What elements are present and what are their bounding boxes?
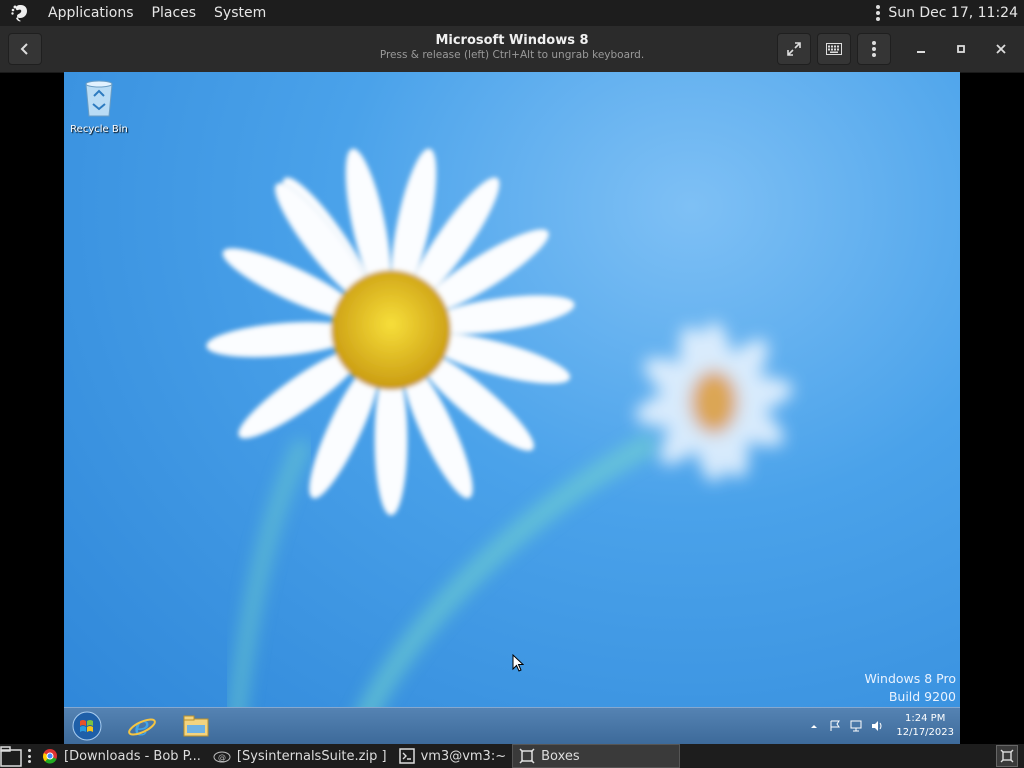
daisy-wallpaper (206, 148, 793, 744)
window-item-sysinternals[interactable]: @ [SysinternalsSuite.zip ] (207, 745, 393, 767)
window-item-label: [Downloads - Bob P... (64, 748, 201, 764)
build-text: Build 9200 (888, 689, 956, 704)
recycle-bin-label: Recycle Bin (70, 124, 128, 135)
panel-menu-icon[interactable] (876, 5, 881, 21)
chrome-icon (43, 749, 57, 764)
svg-text:@: @ (218, 753, 226, 762)
window-item-label: Boxes (541, 748, 580, 764)
applications-menu[interactable]: Applications (48, 5, 134, 21)
system-menu[interactable]: System (214, 5, 266, 21)
kebab-menu-icon (872, 41, 876, 57)
window-item-boxes[interactable]: Boxes (512, 744, 681, 768)
archive-icon: @ (213, 751, 231, 763)
network-icon[interactable] (850, 720, 862, 732)
window-item-terminal[interactable]: vm3@vm3:~ (393, 745, 513, 767)
window-list-handle-icon[interactable] (28, 749, 32, 763)
minimize-icon (917, 51, 925, 53)
maximize-button[interactable] (950, 38, 972, 60)
panel-clock[interactable]: Sun Dec 17, 11:24 (888, 5, 1018, 21)
volume-icon[interactable] (871, 720, 883, 732)
menu-button[interactable] (857, 33, 891, 65)
taskbar-time: 1:24 PM (905, 713, 946, 724)
workspace-switcher[interactable] (996, 745, 1018, 767)
taskbar-clock[interactable]: 1:24 PM 12/17/2023 (896, 712, 954, 740)
show-hidden-icons-icon[interactable] (808, 720, 820, 732)
minimize-button[interactable] (910, 38, 932, 60)
window-item-label: [SysinternalsSuite.zip ] (236, 748, 387, 764)
mouse-cursor-icon (512, 654, 524, 672)
start-orb-icon[interactable] (72, 711, 102, 741)
action-center-flag-icon[interactable] (829, 720, 841, 732)
vm-display[interactable]: Recycle Bin Windows 8 Pro Build 9200 e 1… (64, 72, 960, 744)
places-menu[interactable]: Places (152, 5, 197, 21)
windows-watermark: Windows 8 Pro Build 9200 (864, 670, 956, 706)
windows-taskbar: e 1:24 PM 12/17/2023 (64, 707, 960, 744)
boxes-icon (519, 748, 535, 764)
show-desktop-icon[interactable] (0, 745, 24, 767)
taskbar-date: 12/17/2023 (896, 727, 954, 738)
keyboard-button[interactable] (817, 33, 851, 65)
close-button[interactable] (990, 38, 1012, 60)
gnome-foot-icon[interactable] (10, 3, 30, 23)
bottom-window-list: [Downloads - Bob P... @ [SysinternalsSui… (0, 744, 1024, 768)
close-icon (996, 44, 1006, 54)
terminal-icon (398, 748, 415, 764)
fullscreen-icon (787, 42, 801, 56)
keyboard-icon (826, 43, 842, 55)
window-item-label: vm3@vm3:~ (420, 748, 507, 764)
recycle-bin-icon (85, 80, 113, 117)
boxes-header-bar: Microsoft Windows 8 Press & release (lef… (0, 26, 1024, 73)
maximize-icon (957, 45, 965, 53)
fullscreen-button[interactable] (777, 33, 811, 65)
desktop-icon-recycle-bin[interactable]: Recycle Bin (70, 78, 128, 135)
edition-text: Windows 8 Pro (864, 671, 956, 686)
window-item-downloads[interactable]: [Downloads - Bob P... (36, 745, 207, 767)
svg-text:e: e (134, 712, 149, 741)
workspace-icon (1000, 749, 1014, 763)
file-explorer-icon[interactable] (181, 711, 211, 741)
internet-explorer-icon[interactable]: e (127, 711, 157, 741)
system-tray: 1:24 PM 12/17/2023 (808, 708, 954, 744)
top-panel: Applications Places System Sun Dec 17, 1… (0, 0, 1024, 26)
